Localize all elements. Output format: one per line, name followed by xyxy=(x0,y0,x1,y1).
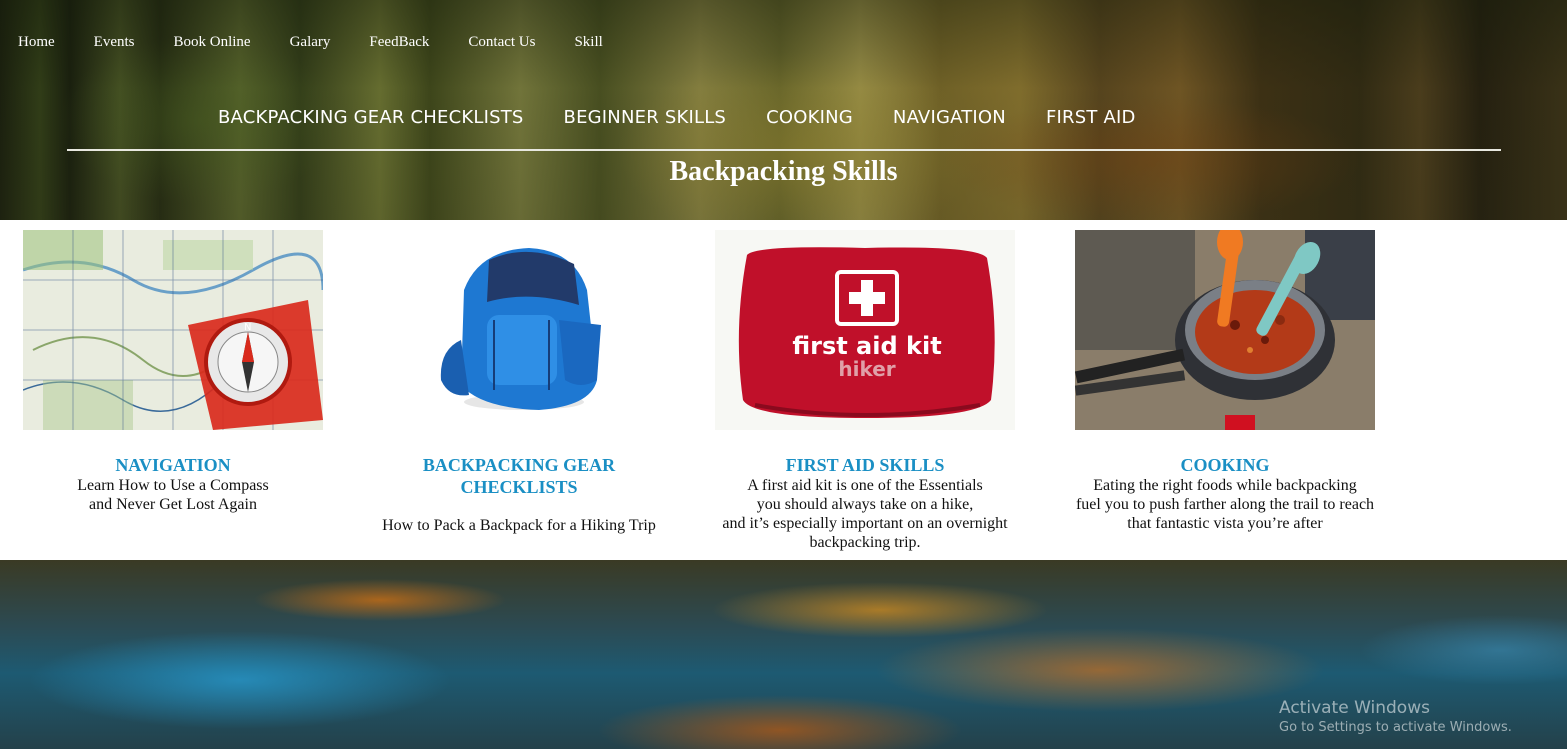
first-aid-desc-line: A first aid kit is one of the Essentials xyxy=(747,477,983,494)
gear-desc-line: How to Pack a Backpack for a Hiking Trip xyxy=(382,517,656,534)
card-navigation: N NAVIGATION Learn How to Use a Compass … xyxy=(23,230,323,514)
subnav-cooking-link[interactable]: COOKING xyxy=(766,107,853,128)
first-aid-card-title[interactable]: FIRST AID SKILLS xyxy=(715,454,1015,476)
first-aid-card-description: A first aid kit is one of the Essentials… xyxy=(715,476,1015,552)
header-divider xyxy=(67,149,1501,151)
top-nav: Home Events Book Online Galary FeedBack … xyxy=(0,30,624,54)
gear-title-line: BACKPACKING GEAR xyxy=(422,455,616,475)
map-compass-image[interactable]: N xyxy=(23,230,323,430)
first-aid-desc-line: you should always take on a hike, xyxy=(756,496,974,513)
nav-contact-us-link[interactable]: Contact Us xyxy=(468,34,535,51)
first-aid-kit-image[interactable]: first aid kit hiker xyxy=(715,230,1015,430)
svg-text:N: N xyxy=(244,322,251,333)
page-title: Backpacking Skills xyxy=(669,156,898,187)
nav-book-online-link[interactable]: Book Online xyxy=(174,34,251,51)
navigation-desc-line: and Never Get Lost Again xyxy=(89,496,257,513)
nav-home-link[interactable]: Home xyxy=(18,34,55,51)
first-aid-desc-line: and it’s especially important on an over… xyxy=(722,515,1008,532)
subnav-navigation-link[interactable]: NAVIGATION xyxy=(893,107,1006,128)
gear-checklists-card-description: How to Pack a Backpack for a Hiking Trip xyxy=(369,516,669,535)
kit-brand-text: hiker xyxy=(838,357,895,381)
kit-label-text: first aid kit xyxy=(792,332,941,360)
backpack-icon xyxy=(369,230,669,430)
activate-windows-subtitle: Go to Settings to activate Windows. xyxy=(1279,720,1512,735)
card-first-aid: first aid kit hiker FIRST AID SKILLS A f… xyxy=(715,230,1015,552)
map-compass-icon: N xyxy=(23,230,323,430)
first-aid-desc-line: backpacking trip. xyxy=(809,534,921,551)
cooking-card-title[interactable]: COOKING xyxy=(1075,454,1375,476)
cooking-desc-line: Eating the right foods while backpacking xyxy=(1093,477,1357,494)
subnav-gear-checklists-link[interactable]: BACKPACKING GEAR CHECKLISTS xyxy=(218,107,524,128)
activate-windows-title: Activate Windows xyxy=(1279,698,1430,718)
navigation-card-title[interactable]: NAVIGATION xyxy=(23,454,323,476)
navigation-desc-line: Learn How to Use a Compass xyxy=(77,477,269,494)
skills-sub-nav: BACKPACKING GEAR CHECKLISTS BEGINNER SKI… xyxy=(218,104,1176,130)
page: Home Events Book Online Galary FeedBack … xyxy=(0,0,1567,749)
cooking-card-description: Eating the right foods while backpacking… xyxy=(1075,476,1375,533)
camp-cooking-image[interactable] xyxy=(1075,230,1375,430)
subnav-beginner-skills-link[interactable]: BEGINNER SKILLS xyxy=(564,107,727,128)
cooking-desc-line: fuel you to push farther along the trail… xyxy=(1075,496,1375,513)
cooking-desc-line: that fantastic vista you’re after xyxy=(1127,515,1323,532)
subnav-first-aid-link[interactable]: FIRST AID xyxy=(1046,107,1136,128)
card-cooking: COOKING Eating the right foods while bac… xyxy=(1075,230,1375,533)
nav-events-link[interactable]: Events xyxy=(94,34,135,51)
nav-gallery-link[interactable]: Galary xyxy=(290,34,331,51)
card-gear-checklists: BACKPACKING GEAR CHECKLISTS How to Pack … xyxy=(369,230,669,535)
nav-feedback-link[interactable]: FeedBack xyxy=(369,34,429,51)
nav-skill-link[interactable]: Skill xyxy=(574,34,602,51)
cooking-pot-icon xyxy=(1075,230,1375,430)
navigation-card-description: Learn How to Use a Compass and Never Get… xyxy=(23,476,323,514)
skills-cards-section: N NAVIGATION Learn How to Use a Compass … xyxy=(0,220,1567,560)
backpack-image[interactable] xyxy=(369,230,669,430)
gear-checklists-card-title[interactable]: BACKPACKING GEAR CHECKLISTS xyxy=(369,454,669,498)
first-aid-kit-icon: first aid kit hiker xyxy=(715,230,1015,430)
activate-windows-watermark: Activate Windows Go to Settings to activ… xyxy=(1279,697,1512,737)
gear-title-line: CHECKLISTS xyxy=(460,477,578,497)
